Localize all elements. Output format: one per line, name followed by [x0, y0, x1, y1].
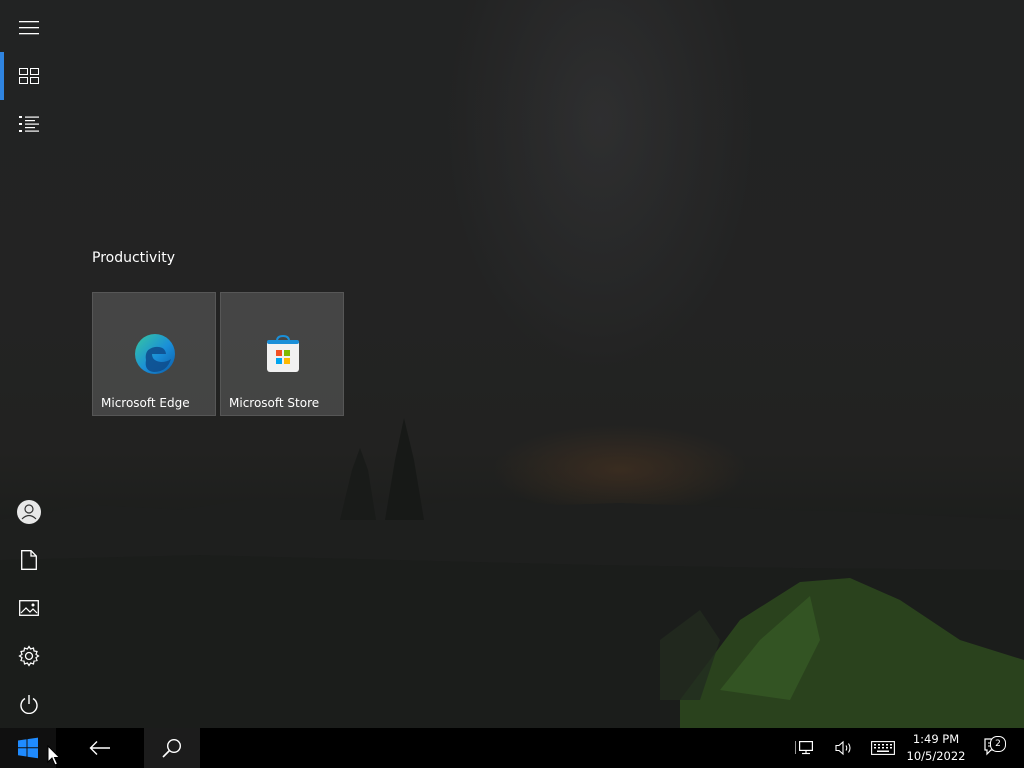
documents-icon	[21, 550, 37, 570]
start-rail	[0, 0, 58, 728]
edge-icon	[135, 334, 175, 374]
search-button[interactable]	[144, 728, 200, 768]
pictures-icon	[19, 600, 39, 616]
documents-button[interactable]	[0, 536, 58, 584]
back-arrow-icon	[89, 741, 110, 755]
settings-button[interactable]	[0, 632, 58, 680]
expand-menu-button[interactable]	[0, 4, 58, 52]
tile-label: Microsoft Store	[229, 396, 320, 410]
network-icon	[795, 741, 813, 755]
clock-time: 1:49 PM	[912, 732, 960, 746]
windows-logo-icon	[18, 737, 38, 759]
store-icon	[267, 334, 299, 372]
notification-container: 2	[984, 736, 1006, 758]
pictures-button[interactable]	[0, 584, 58, 632]
all-apps-list-icon	[19, 116, 39, 132]
power-button[interactable]	[0, 680, 58, 728]
hamburger-menu-icon	[19, 21, 39, 35]
touch-keyboard-button[interactable]	[868, 728, 898, 768]
start-menu: Productivity Microsoft Edge Microsoft St…	[0, 0, 1024, 728]
tile-group-title[interactable]: Productivity	[92, 250, 175, 266]
volume-icon	[835, 740, 851, 756]
tile-label: Microsoft Edge	[101, 396, 190, 410]
tiles-view-icon	[19, 68, 39, 84]
back-button[interactable]	[72, 728, 128, 768]
user-account-button[interactable]	[0, 488, 58, 536]
tile-microsoft-edge[interactable]: Microsoft Edge	[92, 292, 216, 416]
tiles-view-button[interactable]	[0, 52, 58, 100]
volume-button[interactable]	[830, 728, 858, 768]
tile-microsoft-store[interactable]: Microsoft Store	[220, 292, 344, 416]
clock[interactable]: 1:49 PM 10/5/2022	[900, 728, 972, 768]
user-account-icon	[17, 500, 41, 524]
power-icon	[20, 695, 38, 714]
search-icon	[162, 738, 182, 758]
network-button[interactable]	[790, 728, 818, 768]
taskbar: 1:49 PM 10/5/2022 2	[0, 728, 1024, 768]
clock-date: 10/5/2022	[906, 749, 966, 763]
touch-keyboard-icon	[871, 741, 895, 755]
all-apps-button[interactable]	[0, 100, 58, 148]
action-center-button[interactable]: 2	[980, 728, 1008, 768]
mouse-cursor-icon	[47, 745, 61, 766]
settings-gear-icon	[18, 645, 40, 667]
notification-count-badge: 2	[990, 736, 1006, 752]
